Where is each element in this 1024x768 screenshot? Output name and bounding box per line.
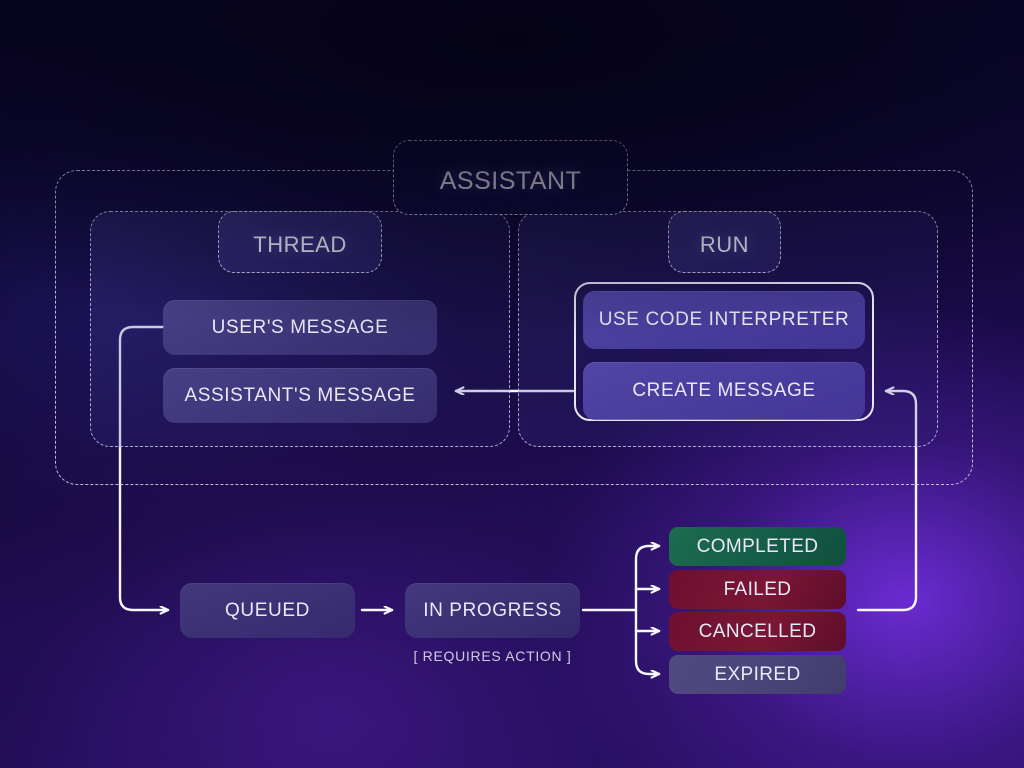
diagram-canvas: Assistant Thread Run USER'S MESSAGE ASSI… [0,0,1024,768]
node-in-progress[interactable]: IN PROGRESS [405,583,580,638]
thread-title-label: Thread [253,224,347,259]
run-title-chip: Run [668,211,781,273]
node-queued-label: QUEUED [225,599,310,621]
arrow-branch-to-completed [634,546,659,591]
node-assistant-message[interactable]: ASSISTANT'S MESSAGE [163,368,437,423]
node-create-message-label: CREATE MESSAGE [632,380,816,401]
node-use-code-interpreter[interactable]: USE CODE INTERPRETER [583,291,865,349]
node-status-failed-label: FAILED [723,578,792,600]
node-status-completed-label: COMPLETED [696,535,819,557]
run-title-label: Run [699,224,750,259]
thread-title-chip: Thread [218,211,382,273]
node-status-failed[interactable]: FAILED [669,570,846,609]
arrow-branch-to-expired [634,629,659,674]
assistant-title-label: Assistant [439,157,582,197]
requires-action-label: [ REQUIRES ACTION ] [413,648,572,664]
node-in-progress-label: IN PROGRESS [423,599,562,621]
requires-action-caption: [ REQUIRES ACTION ] [405,648,580,664]
node-status-completed[interactable]: COMPLETED [669,527,846,566]
node-status-cancelled-label: CANCELLED [698,620,817,642]
node-status-expired[interactable]: EXPIRED [669,655,846,694]
node-status-cancelled[interactable]: CANCELLED [669,612,846,651]
node-status-expired-label: EXPIRED [714,663,801,685]
assistant-title-chip: Assistant [393,140,628,215]
node-use-code-interpreter-label: USE CODE INTERPRETER [598,309,850,330]
node-create-message[interactable]: CREATE MESSAGE [583,362,865,420]
node-queued[interactable]: QUEUED [180,583,355,638]
node-user-message-label: USER'S MESSAGE [211,316,389,338]
node-user-message[interactable]: USER'S MESSAGE [163,300,437,355]
node-assistant-message-label: ASSISTANT'S MESSAGE [184,384,416,406]
